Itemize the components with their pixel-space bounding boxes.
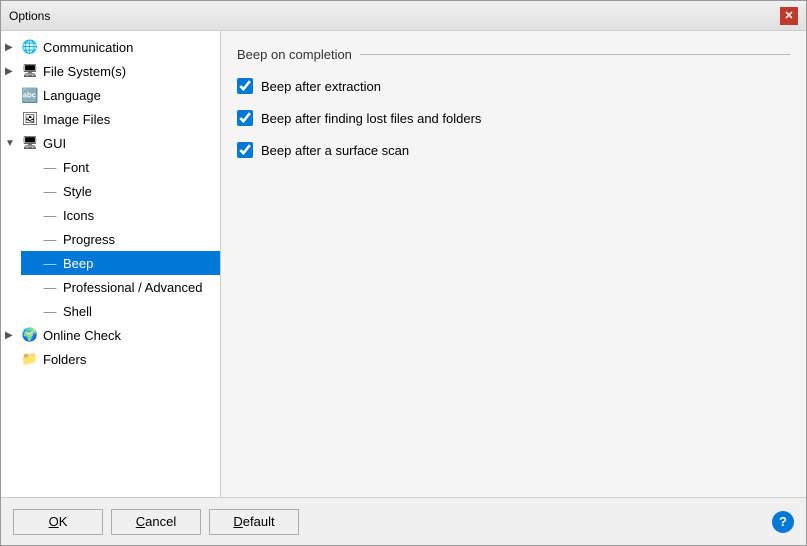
cancel-button[interactable]: Cancel [111, 509, 201, 535]
beep-surfacescan-label: Beep after a surface scan [261, 143, 409, 158]
sidebar-item-communication[interactable]: ▶ 🌐 Communication [1, 35, 220, 59]
sidebar-item-label: GUI [43, 136, 66, 151]
sidebar-item-label: Beep [63, 256, 93, 271]
gui-icon: 🖥 [21, 134, 39, 152]
sidebar-item-style[interactable]: — Style [21, 179, 220, 203]
sidebar-item-label: Communication [43, 40, 133, 55]
sidebar-item-label: Font [63, 160, 89, 175]
icons-icon: — [41, 206, 59, 224]
beep-lostfiles-checkbox[interactable] [237, 110, 253, 126]
progress-icon: — [41, 230, 59, 248]
sidebar-item-shell[interactable]: — Shell [21, 299, 220, 323]
shell-icon: — [41, 302, 59, 320]
sidebar-item-label: Icons [63, 208, 94, 223]
footer-buttons: OOKK Cancel Default [13, 509, 299, 535]
folders-icon: 📁 [21, 350, 39, 368]
filesystem-icon: 🖥 [21, 62, 39, 80]
main-panel: Beep on completion Beep after extraction… [221, 31, 806, 497]
imagefiles-icon: 🖼 [21, 110, 39, 128]
professional-icon: — [41, 278, 59, 296]
default-button[interactable]: Default [209, 509, 299, 535]
section-title: Beep on completion [237, 47, 790, 62]
expander-icon: ▼ [5, 138, 21, 149]
sidebar-item-label: Professional / Advanced [63, 280, 202, 295]
sidebar-item-label: Image Files [43, 112, 110, 127]
sidebar-item-label: Folders [43, 352, 86, 367]
sidebar-item-filesystem[interactable]: ▶ 🖥 File System(s) [1, 59, 220, 83]
sidebar-item-label: Language [43, 88, 101, 103]
beep-icon: — [41, 254, 59, 272]
sidebar-item-professional[interactable]: — Professional / Advanced [21, 275, 220, 299]
sidebar-item-label: Style [63, 184, 92, 199]
titlebar: Options ✕ [1, 1, 806, 31]
communication-icon: 🌐 [21, 38, 39, 56]
sidebar-item-gui[interactable]: ▼ 🖥 GUI [1, 131, 220, 155]
help-button[interactable]: ? [772, 511, 794, 533]
sidebar-item-imagefiles[interactable]: 🖼 Image Files [1, 107, 220, 131]
sidebar-item-progress[interactable]: — Progress [21, 227, 220, 251]
checkbox-item-extraction: Beep after extraction [237, 78, 790, 94]
ok-button[interactable]: OOKK [13, 509, 103, 535]
sidebar-item-icons[interactable]: — Icons [21, 203, 220, 227]
sidebar-item-label: Progress [63, 232, 115, 247]
window-title: Options [9, 9, 50, 23]
content-area: ▶ 🌐 Communication ▶ 🖥 File System(s) 🔤 L… [1, 31, 806, 497]
sidebar-item-beep[interactable]: — Beep [21, 251, 220, 275]
beep-extraction-label: Beep after extraction [261, 79, 381, 94]
expander-icon: ▶ [5, 330, 21, 341]
beep-lostfiles-label: Beep after finding lost files and folder… [261, 111, 481, 126]
beep-surfacescan-checkbox[interactable] [237, 142, 253, 158]
expander-icon: ▶ [5, 66, 21, 77]
language-icon: 🔤 [21, 86, 39, 104]
sidebar: ▶ 🌐 Communication ▶ 🖥 File System(s) 🔤 L… [1, 31, 221, 497]
checkbox-item-lostfiles: Beep after finding lost files and folder… [237, 110, 790, 126]
sidebar-item-onlinecheck[interactable]: ▶ 🌍 Online Check [1, 323, 220, 347]
onlinecheck-icon: 🌍 [21, 326, 39, 344]
font-icon: — [41, 158, 59, 176]
sidebar-item-language[interactable]: 🔤 Language [1, 83, 220, 107]
close-button[interactable]: ✕ [780, 7, 798, 25]
checkbox-item-surfacescan: Beep after a surface scan [237, 142, 790, 158]
expander-icon: ▶ [5, 42, 21, 53]
style-icon: — [41, 182, 59, 200]
sidebar-item-font[interactable]: — Font [21, 155, 220, 179]
sidebar-item-label: File System(s) [43, 64, 126, 79]
options-window: Options ✕ ▶ 🌐 Communication ▶ 🖥 File Sys… [0, 0, 807, 546]
footer: OOKK Cancel Default ? [1, 497, 806, 545]
sidebar-item-folders[interactable]: 📁 Folders [1, 347, 220, 371]
sidebar-item-label: Shell [63, 304, 92, 319]
beep-extraction-checkbox[interactable] [237, 78, 253, 94]
sidebar-item-label: Online Check [43, 328, 121, 343]
